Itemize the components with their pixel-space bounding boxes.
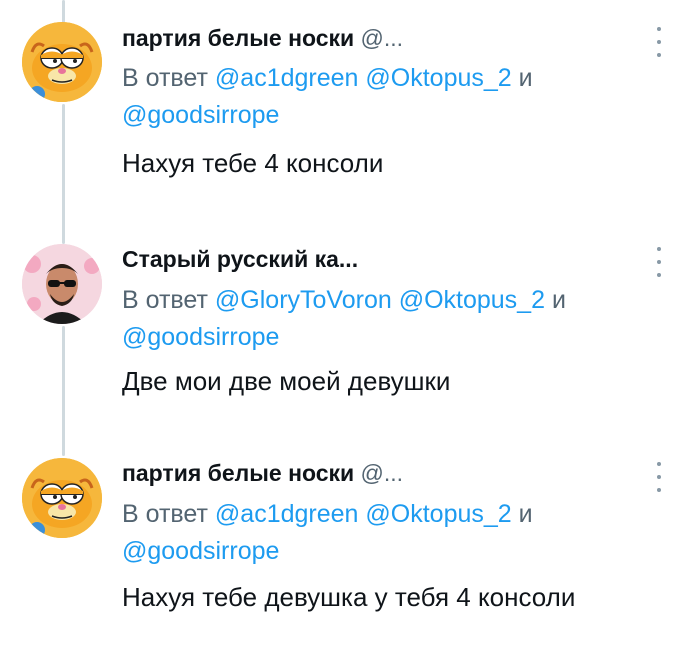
reply-prefix: В ответ bbox=[122, 286, 208, 314]
mention-link[interactable]: @Oktopus_2 bbox=[365, 500, 511, 528]
mention-link[interactable]: @Oktopus_2 bbox=[399, 286, 545, 314]
author-handle[interactable]: @... bbox=[361, 460, 404, 486]
reply-prefix: В ответ bbox=[122, 64, 208, 92]
author-handle[interactable]: @... bbox=[361, 25, 404, 51]
tweet-text: Нахуя тебе 4 консоли bbox=[122, 148, 384, 178]
tweet-text: Нахуя тебе девушка у тебя 4 консоли bbox=[122, 582, 576, 612]
tweet-3[interactable]: партия белые носки @... В ответ @ac1dgre… bbox=[0, 442, 700, 664]
man-sunglasses-avatar[interactable] bbox=[22, 244, 102, 324]
mention-link[interactable]: @goodsirrope bbox=[122, 323, 279, 351]
more-options-icon[interactable] bbox=[652, 27, 666, 57]
tweet-text: Две мои две моей девушки bbox=[122, 366, 451, 396]
mention-link[interactable]: @ac1dgreen bbox=[215, 64, 359, 92]
tweet-1[interactable]: партия белые носки @... В ответ @ac1dgre… bbox=[0, 0, 700, 220]
reply-context: В ответ @GloryToVoron @Oktopus_2 и @good… bbox=[122, 282, 566, 356]
garfield-avatar[interactable] bbox=[22, 22, 102, 102]
author-name[interactable]: партия белые носки bbox=[122, 460, 354, 486]
mention-link[interactable]: @ac1dgreen bbox=[215, 500, 359, 528]
author-line: партия белые носки @... bbox=[122, 460, 403, 487]
mention-link[interactable]: @Oktopus_2 bbox=[365, 64, 511, 92]
conjunction: и bbox=[551, 286, 566, 314]
author-name[interactable]: партия белые носки bbox=[122, 25, 354, 51]
mention-link[interactable]: @goodsirrope bbox=[122, 101, 279, 129]
conjunction: и bbox=[518, 64, 533, 92]
author-line: Старый русский ка... bbox=[122, 246, 358, 273]
conjunction: и bbox=[518, 500, 533, 528]
reply-prefix: В ответ bbox=[122, 500, 208, 528]
more-options-icon[interactable] bbox=[652, 247, 666, 277]
more-options-icon[interactable] bbox=[652, 462, 666, 492]
garfield-avatar[interactable] bbox=[22, 458, 102, 538]
author-line: партия белые носки @... bbox=[122, 25, 403, 52]
mention-link[interactable]: @GloryToVoron bbox=[215, 286, 392, 314]
author-name[interactable]: Старый русский ка... bbox=[122, 246, 358, 272]
tweet-2[interactable]: Старый русский ка... В ответ @GloryToVor… bbox=[0, 220, 700, 442]
mention-link[interactable]: @goodsirrope bbox=[122, 537, 279, 565]
reply-context: В ответ @ac1dgreen @Oktopus_2 и @goodsir… bbox=[122, 496, 533, 570]
reply-context: В ответ @ac1dgreen @Oktopus_2 и @goodsir… bbox=[122, 60, 533, 134]
